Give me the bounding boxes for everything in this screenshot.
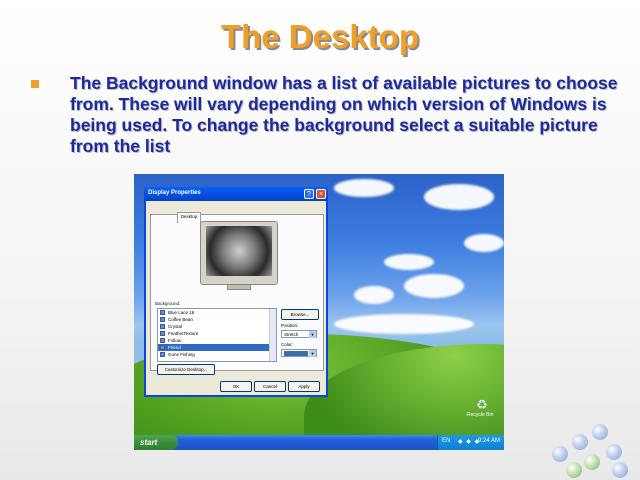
background-label: Background: <box>155 301 181 306</box>
recycle-bin-label: Recycle Bin <box>467 412 494 418</box>
list-item[interactable]: Follow <box>158 337 276 344</box>
dialog-title: Display Properties <box>148 190 201 196</box>
position-label: Position: <box>281 323 299 328</box>
browse-button[interactable]: Browse... <box>281 309 319 320</box>
cloud <box>334 314 474 334</box>
bullet-text: The Background window has a list of avai… <box>70 73 618 156</box>
language-indicator[interactable]: EN <box>442 438 450 444</box>
monitor-preview <box>200 221 278 285</box>
cloud <box>384 254 434 270</box>
list-item[interactable]: FeatherTexture <box>158 330 276 337</box>
tab-strip: Themes Desktop Screen Saver Appearance S… <box>150 205 301 223</box>
decorative-circle <box>566 462 582 478</box>
position-value: Stretch <box>284 332 299 337</box>
clock: 9:24 AM <box>477 438 500 444</box>
cancel-button[interactable]: Cancel <box>254 381 286 392</box>
recycle-bin-glyph: ♻ <box>476 397 488 412</box>
desktop-tab-panel: Background: Blue Lace 16 Coffee Bean Cry… <box>150 214 324 375</box>
cloud <box>404 274 464 298</box>
color-label: Color: <box>281 342 294 347</box>
background-preview-image <box>206 226 272 276</box>
background-listbox[interactable]: Blue Lace 16 Coffee Bean Crystal Feather… <box>157 308 277 362</box>
decorative-circle <box>552 446 568 462</box>
slide-title: The Desktop <box>220 18 420 55</box>
position-select[interactable]: Stretch ▼ <box>281 330 317 338</box>
list-item[interactable]: Gone Fishing <box>158 351 276 358</box>
decorative-circle <box>606 444 622 460</box>
apply-button[interactable]: Apply <box>288 381 320 392</box>
cloud <box>464 234 504 252</box>
close-button[interactable]: × <box>316 189 326 199</box>
color-picker[interactable]: ▼ <box>281 349 317 357</box>
color-swatch <box>284 351 308 356</box>
start-button[interactable]: start <box>134 435 178 450</box>
taskbar: start EN ◆ ◆ ◆ 9:24 AM <box>134 435 504 450</box>
desktop-screenshot: ♻ Recycle Bin Display Properties ? × The… <box>134 174 504 450</box>
display-properties-dialog: Display Properties ? × Themes Desktop Sc… <box>144 187 328 397</box>
decorative-circle <box>584 454 600 470</box>
monitor-stand <box>227 284 251 290</box>
chevron-down-icon[interactable]: ▼ <box>309 331 316 338</box>
decorative-circle <box>612 462 628 478</box>
customize-desktop-button[interactable]: Customize Desktop... <box>157 364 215 375</box>
listbox-scrollbar[interactable] <box>269 309 276 361</box>
recycle-bin-icon[interactable]: ♻ Recycle Bin <box>467 397 493 420</box>
decorative-circle <box>592 424 608 440</box>
help-button[interactable]: ? <box>304 189 314 199</box>
tab-desktop[interactable]: Desktop <box>176 212 202 223</box>
system-tray: EN ◆ ◆ ◆ 9:24 AM <box>437 435 504 450</box>
cloud <box>424 184 494 210</box>
list-item[interactable]: Coffee Bean <box>158 316 276 323</box>
bullet-icon <box>31 80 39 88</box>
list-item-selected[interactable]: Friend <box>158 344 276 351</box>
list-item[interactable]: Blue Lace 16 <box>158 309 276 316</box>
list-item[interactable]: Crystal <box>158 323 276 330</box>
dialog-titlebar[interactable]: Display Properties ? × <box>144 187 328 201</box>
cloud <box>334 179 394 197</box>
chevron-down-icon[interactable]: ▼ <box>309 350 316 357</box>
decorative-circle <box>572 434 588 450</box>
tray-icons[interactable]: ◆ ◆ ◆ <box>458 438 480 445</box>
ok-button[interactable]: OK <box>220 381 252 392</box>
cloud <box>354 286 394 304</box>
